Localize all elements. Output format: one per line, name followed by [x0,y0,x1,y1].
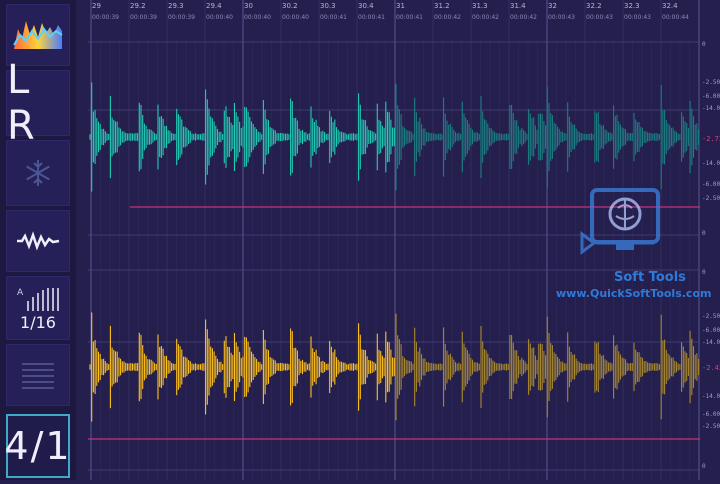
level-scale-label: 0 [702,41,706,48]
watermark-name: Soft Tools [614,270,686,285]
tick-bar-label: 30 [244,2,253,10]
lines-icon [22,363,54,389]
tick-time-label: 00:00:44 [662,14,689,21]
level-scale-label: -2.50 [702,313,720,320]
tick-time-label: 00:00:43 [548,14,575,21]
grid-density-icon: A [17,287,59,311]
tick-time-label: 00:00:40 [282,14,309,21]
tick-bar-label: 32.4 [662,2,678,10]
level-scale-label: -2.50 [702,423,720,430]
level-scale-label: -14.0 [702,339,720,346]
waveform-view-button[interactable] [6,210,70,272]
tick-time-label: 00:00:43 [624,14,651,21]
tick-time-label: 00:00:40 [206,14,233,21]
level-scale-label: -6.00 [702,327,720,334]
waveform-icon [17,231,60,251]
tick-time-label: 00:00:43 [586,14,613,21]
tick-time-label: 00:00:39 [168,14,195,21]
level-marker-label: -2.73 [702,135,720,143]
level-scale-label: -6.00 [702,411,720,418]
tick-bar-label: 29.4 [206,2,222,10]
freeze-button[interactable] [6,140,70,206]
tick-bar-label: 31.2 [434,2,450,10]
spectrum-logo-icon [13,21,63,49]
channel-mode-button[interactable]: L R [6,57,70,149]
tick-bar-label: 31.4 [510,2,526,10]
snowflake-icon [26,160,50,186]
grid-density-button[interactable]: A 1/16 [6,276,70,340]
level-scale-label: -14.0 [702,105,720,112]
tick-bar-label: 32.3 [624,2,640,10]
level-scale-label: -14.0 [702,160,720,167]
grid-density-label: 1/16 [20,312,56,332]
tick-bar-label: 30.3 [320,2,336,10]
lines-view-button[interactable] [6,344,70,406]
level-scale-label: -14.0 [702,393,720,400]
level-scale-label: -6.00 [702,93,720,100]
tick-time-label: 00:00:41 [320,14,347,21]
tick-time-label: 00:00:41 [396,14,423,21]
time-signature-label: 4/1 [4,424,72,468]
time-signature-button[interactable]: 4/1 [4,414,72,478]
tick-bar-label: 30.4 [358,2,374,10]
tick-time-label: 00:00:42 [472,14,499,21]
level-scale-label: -2.50 [702,79,720,86]
tick-time-label: 00:00:39 [92,14,119,21]
tick-bar-label: 32 [548,2,557,10]
tick-bar-label: 31.3 [472,2,488,10]
tick-time-label: 00:00:42 [510,14,537,21]
level-marker-label: -2.43 [702,364,720,372]
tick-bar-label: 30.2 [282,2,298,10]
tick-bar-label: 31 [396,2,405,10]
tick-bar-label: 32.2 [586,2,602,10]
tick-time-label: 00:00:40 [244,14,271,21]
tick-time-label: 00:00:41 [358,14,385,21]
level-scale-label: 0 [702,463,706,470]
tick-bar-label: 29.2 [130,2,146,10]
tick-bar-label: 29.3 [168,2,184,10]
tick-time-label: 00:00:42 [434,14,461,21]
sidebar: L R A 1/16 4/1 [0,0,76,480]
tick-bar-label: 29 [92,2,101,10]
watermark-url: www.QuickSoftTools.com [556,287,712,300]
channel-mode-label: L R [7,57,41,149]
svg-text:A: A [17,288,24,298]
tick-time-label: 00:00:39 [130,14,157,21]
brain-monitor-icon [580,188,660,255]
